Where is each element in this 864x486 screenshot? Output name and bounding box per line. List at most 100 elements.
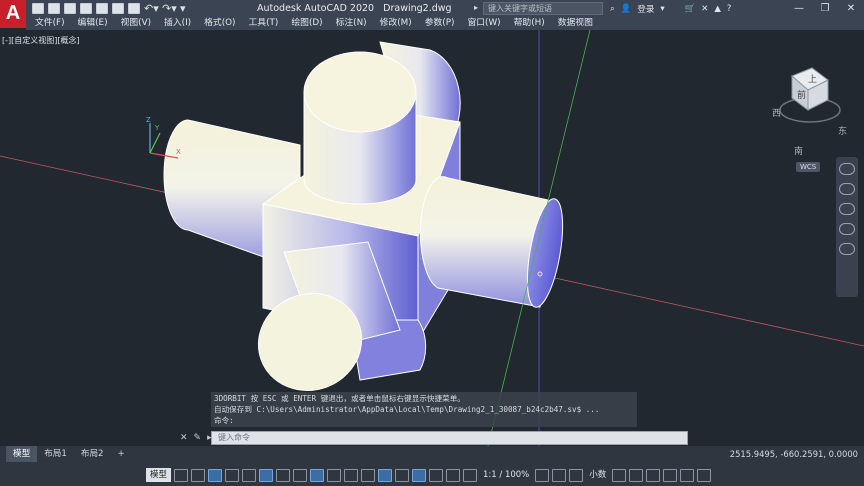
restore-button[interactable]: ❐ <box>812 0 838 17</box>
model-space-button[interactable]: 模型 <box>146 468 172 482</box>
menu-item-0[interactable]: 文件(F) <box>26 17 69 30</box>
web-save-icon[interactable] <box>112 3 124 14</box>
menu-item-7[interactable]: 标注(N) <box>327 17 371 30</box>
dynamic-input-icon[interactable] <box>225 468 240 482</box>
annotation-visibility-icon[interactable] <box>446 468 461 482</box>
tab-model[interactable]: 模型 <box>6 446 38 462</box>
isometric-icon[interactable] <box>276 468 291 482</box>
3d-object-snap-icon[interactable] <box>378 468 393 482</box>
file-name: Drawing2.dwg <box>383 3 452 14</box>
stay-connected-icon[interactable]: ▲ <box>714 4 721 14</box>
command-history: 3DORBIT 按 ESC 或 ENTER 键退出，或者单击鼠标右键显示快捷菜单… <box>211 392 637 427</box>
menu-item-11[interactable]: 帮助(H) <box>505 17 549 30</box>
3d-scene[interactable]: Z Y X <box>0 30 864 446</box>
cart-icon[interactable]: 🛒 <box>685 4 696 14</box>
navigation-bar <box>836 157 858 297</box>
undo-icon[interactable]: ↶▾ <box>144 3 159 14</box>
annotation-scale[interactable]: 1:1 / 100% <box>480 467 532 483</box>
menu-item-8[interactable]: 修改(M) <box>371 17 416 30</box>
redo-icon[interactable]: ↷▾ <box>162 3 177 14</box>
units-selector[interactable]: 小数 <box>586 467 609 483</box>
object-snap-tracking-icon[interactable] <box>293 468 308 482</box>
gizmo-icon[interactable] <box>429 468 444 482</box>
quick-access-toolbar: ↶▾ ↷▾ ▾ <box>32 2 194 15</box>
showmotion-icon[interactable] <box>839 243 855 255</box>
menu-item-6[interactable]: 绘图(D) <box>282 17 326 30</box>
dynamic-ucs-icon[interactable] <box>395 468 410 482</box>
title-bar: ↶▾ ↷▾ ▾ Autodesk AutoCAD 2020 Drawing2.d… <box>0 0 864 17</box>
search-icon[interactable]: ⌕ <box>610 4 615 14</box>
menu-item-4[interactable]: 格式(O) <box>195 17 239 30</box>
isolate-objects-icon[interactable] <box>646 468 661 482</box>
app-name: Autodesk AutoCAD 2020 <box>257 3 375 14</box>
compass-west[interactable]: 西 <box>772 106 781 119</box>
steering-wheel-icon[interactable] <box>839 163 855 175</box>
search-expand-icon[interactable]: ▸ <box>474 3 478 12</box>
view-cube[interactable]: 上 前 西 东 南 WCS <box>770 60 850 172</box>
grid-icon[interactable] <box>174 468 189 482</box>
viewport-controls-label[interactable]: [-][自定义视图][概念] <box>2 35 80 46</box>
lineweight-icon[interactable] <box>327 468 342 482</box>
infer-constraints-icon[interactable] <box>208 468 223 482</box>
save-as-icon[interactable] <box>80 3 92 14</box>
add-layout-button[interactable]: + <box>111 446 132 462</box>
infocenter-tools: ⌕ 👤 登录 ▾ 🛒 ✕ ▲ ? <box>610 2 731 15</box>
snap-icon[interactable] <box>191 468 206 482</box>
selection-cycling-icon[interactable] <box>361 468 376 482</box>
print-icon[interactable] <box>128 3 140 14</box>
wcs-menu[interactable]: WCS <box>796 162 821 172</box>
login-dropdown-icon[interactable]: ▾ <box>660 4 664 14</box>
login-link[interactable]: 登录 <box>637 3 654 15</box>
command-input[interactable]: 键入命令 <box>211 431 688 445</box>
command-line-tools: ✕ ✎ ▸▾ <box>176 431 216 445</box>
tab-layout1[interactable]: 布局1 <box>37 446 74 462</box>
orbit-icon[interactable] <box>839 223 855 235</box>
pan-icon[interactable] <box>839 183 855 195</box>
exchange-icon[interactable]: ✕ <box>701 4 708 14</box>
new-file-icon[interactable] <box>32 3 44 14</box>
close-button[interactable]: ✕ <box>838 0 864 17</box>
compass-south[interactable]: 南 <box>794 144 803 157</box>
help-icon[interactable]: ? <box>727 4 732 14</box>
menu-item-12[interactable]: 数据视图 <box>549 17 597 30</box>
app-logo-button[interactable]: A <box>0 0 26 28</box>
transparency-icon[interactable] <box>344 468 359 482</box>
units-icon[interactable] <box>569 468 584 482</box>
save-icon[interactable] <box>64 3 76 14</box>
wrench-icon[interactable]: ✎ <box>194 433 202 443</box>
close-icon[interactable]: ✕ <box>180 433 188 443</box>
workspace-gear-icon[interactable] <box>535 468 550 482</box>
zoom-icon[interactable] <box>839 203 855 215</box>
ortho-icon[interactable] <box>242 468 257 482</box>
tab-layout2[interactable]: 布局2 <box>74 446 111 462</box>
view-cube-graphic[interactable]: 上 前 <box>770 60 850 130</box>
drawing-viewport[interactable]: Z Y X [-][自定义视图][概念] 上 前 西 东 南 WCS 3DORB… <box>0 30 864 446</box>
quick-properties-icon[interactable] <box>612 468 627 482</box>
graphics-performance-icon[interactable] <box>663 468 678 482</box>
annotation-monitor-icon[interactable] <box>552 468 567 482</box>
open-file-icon[interactable] <box>48 3 60 14</box>
compass-east[interactable]: 东 <box>838 124 847 137</box>
menu-item-3[interactable]: 插入(I) <box>155 17 195 30</box>
selection-filter-icon[interactable] <box>412 468 427 482</box>
lock-ui-icon[interactable] <box>629 468 644 482</box>
polar-tracking-icon[interactable] <box>259 468 274 482</box>
menu-item-9[interactable]: 参数(P) <box>416 17 459 30</box>
web-open-icon[interactable] <box>96 3 108 14</box>
annotation-autoscale-icon[interactable] <box>463 468 478 482</box>
customization-menu-icon[interactable] <box>697 468 712 482</box>
layout-tab-bar: 模型 布局1 布局2 + 2515.9495, -660.2591, 0.000… <box>0 446 864 462</box>
menu-item-1[interactable]: 编辑(E) <box>69 17 112 30</box>
menu-item-2[interactable]: 视图(V) <box>112 17 155 30</box>
menu-item-10[interactable]: 窗口(W) <box>458 17 504 30</box>
search-input[interactable]: 键入关键字或短语 <box>483 2 603 15</box>
user-icon[interactable]: 👤 <box>621 4 632 14</box>
minimize-button[interactable]: — <box>786 0 812 17</box>
window-title: Autodesk AutoCAD 2020 Drawing2.dwg <box>257 3 452 14</box>
customize-qat-icon[interactable]: ▾ <box>180 3 194 14</box>
object-snap-icon[interactable] <box>310 468 325 482</box>
view-cube-top-label[interactable]: 上 <box>808 74 817 85</box>
menu-item-5[interactable]: 工具(T) <box>240 17 283 30</box>
clean-screen-icon[interactable] <box>680 468 695 482</box>
view-cube-front-label[interactable]: 前 <box>797 89 806 101</box>
